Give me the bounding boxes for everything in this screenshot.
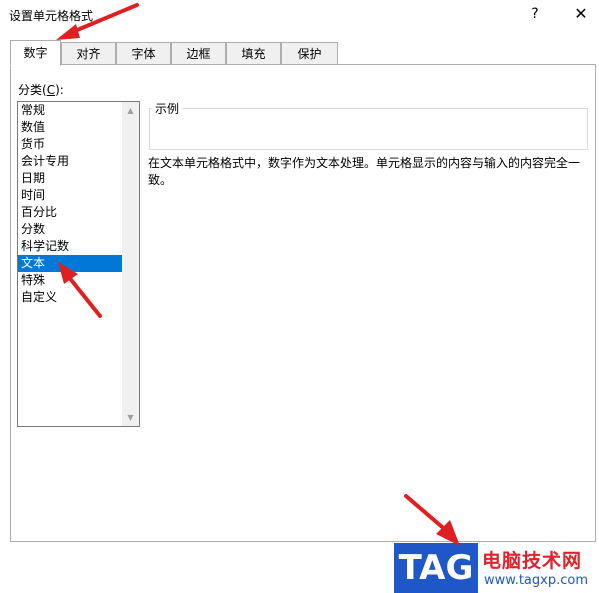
watermark-site-name: 电脑技术网: [482, 550, 583, 572]
close-button[interactable]: ✕: [566, 3, 596, 25]
watermark-url: www.tagxp.com: [484, 573, 588, 588]
tab-border[interactable]: 边框: [171, 42, 226, 64]
list-item-fraction[interactable]: 分数: [18, 221, 122, 238]
category-label-prefix: 分类(: [18, 83, 47, 97]
format-cells-dialog: 设置单元格格式 ? ✕ 数字 对齐 字体 边框 填充 保护 分类(C): 常规 …: [0, 0, 599, 593]
site-watermark: TAG 电脑技术网 www.tagxp.com: [394, 543, 599, 593]
category-label-accelerator: C: [46, 83, 56, 97]
list-item-currency[interactable]: 货币: [18, 136, 122, 153]
list-item-percentage[interactable]: 百分比: [18, 204, 122, 221]
annotation-arrow-corner-icon: [404, 494, 460, 546]
list-item-accounting[interactable]: 会计专用: [18, 153, 122, 170]
tab-protection[interactable]: 保护: [281, 42, 338, 64]
category-scrollbar[interactable]: ▲ ▼: [122, 102, 139, 426]
sample-groupbox: [149, 108, 588, 150]
category-label-suffix: ):: [55, 83, 64, 97]
sample-label: 示例: [152, 100, 183, 117]
format-description: 在文本单元格格式中，数字作为文本处理。单元格显示的内容与输入的内容完全一致。: [148, 156, 581, 187]
category-label: 分类(C):: [18, 81, 64, 98]
watermark-tag-logo: TAG: [394, 543, 478, 593]
list-item-date[interactable]: 日期: [18, 170, 122, 187]
list-item-general[interactable]: 常规: [18, 102, 122, 119]
help-button[interactable]: ?: [520, 3, 550, 25]
tab-font[interactable]: 字体: [116, 42, 171, 64]
list-item-time[interactable]: 时间: [18, 187, 122, 204]
tab-alignment[interactable]: 对齐: [61, 42, 116, 64]
scroll-up-arrow-icon[interactable]: ▲: [122, 102, 139, 119]
scroll-down-arrow-icon[interactable]: ▼: [122, 409, 139, 426]
list-item-scientific[interactable]: 科学记数: [18, 238, 122, 255]
annotation-arrow-tab-icon: [56, 3, 139, 40]
list-item-number[interactable]: 数值: [18, 119, 122, 136]
annotation-arrow-list-icon: [58, 262, 102, 318]
tab-fill[interactable]: 填充: [226, 42, 281, 64]
